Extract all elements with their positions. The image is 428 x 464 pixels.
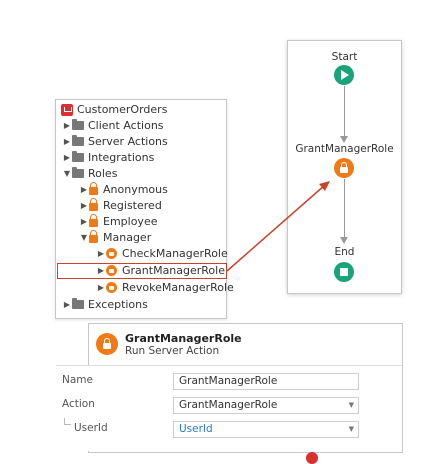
module-icon <box>61 104 73 116</box>
chevron-down-icon[interactable]: ▼ <box>79 230 89 246</box>
chevron-down-icon[interactable]: ▼ <box>62 166 72 182</box>
folder-icon <box>72 298 84 309</box>
tree-item-label: Client Actions <box>88 119 164 132</box>
flow-connector-line <box>344 86 345 136</box>
chevron-right-icon[interactable]: ▶ <box>62 297 72 313</box>
role-action-icon <box>106 265 117 276</box>
server-action-node-icon[interactable] <box>334 158 354 178</box>
tree-item-label: Integrations <box>88 151 155 164</box>
start-node-icon[interactable] <box>334 65 354 85</box>
tree-item-label: Employee <box>103 215 158 228</box>
properties-header: GrantManagerRole Run Server Action <box>89 324 402 364</box>
chevron-right-icon[interactable]: ▶ <box>62 134 72 150</box>
action-label: Action <box>62 398 95 410</box>
chevron-right-icon[interactable]: ▶ <box>79 198 89 214</box>
userid-label: UserId <box>74 422 108 434</box>
lock-icon <box>89 214 98 227</box>
tree-item-anonymous[interactable]: ▶ Anonymous <box>79 182 168 198</box>
tree-connector <box>64 418 71 425</box>
chevron-right-icon[interactable]: ▶ <box>62 118 72 134</box>
tree-item-grant-manager-role[interactable]: ▶ GrantManagerRole <box>96 263 225 279</box>
action-node-label: GrantManagerRole <box>295 143 394 155</box>
dropdown-caret-icon[interactable]: ▼ <box>349 398 354 413</box>
tree-item-check-manager-role[interactable]: ▶ CheckManagerRole <box>96 246 228 262</box>
flow-connector-line <box>344 179 345 237</box>
end-label: End <box>334 246 355 258</box>
chevron-right-icon[interactable]: ▶ <box>96 263 106 279</box>
tree-item-label: Roles <box>88 167 118 180</box>
tree-item-server-actions[interactable]: ▶ Server Actions <box>62 134 168 150</box>
action-select-value: GrantManagerRole <box>179 399 278 411</box>
tree-root[interactable]: CustomerOrders <box>61 102 167 118</box>
role-action-icon <box>106 248 117 259</box>
partial-icon <box>306 452 318 464</box>
lock-icon <box>89 230 98 243</box>
flow-arrow-head <box>340 136 348 143</box>
properties-subtitle: Run Server Action <box>125 345 220 357</box>
chevron-right-icon[interactable]: ▶ <box>96 246 106 262</box>
name-label: Name <box>62 374 93 386</box>
tree-item-label: RevokeManagerRole <box>122 281 234 294</box>
role-action-icon <box>106 282 117 293</box>
tree-item-employee[interactable]: ▶ Employee <box>79 214 157 230</box>
tree-item-exceptions[interactable]: ▶ Exceptions <box>62 297 148 313</box>
tree-item-label: Registered <box>103 199 162 212</box>
chevron-right-icon[interactable]: ▶ <box>96 280 106 296</box>
tree-item-revoke-manager-role[interactable]: ▶ RevokeManagerRole <box>96 280 234 296</box>
start-label: Start <box>331 51 358 63</box>
properties-title: GrantManagerRole <box>125 332 242 345</box>
action-select[interactable]: GrantManagerRole ▼ <box>173 397 359 414</box>
tree-item-registered[interactable]: ▶ Registered <box>79 198 162 214</box>
folder-open-icon <box>72 167 84 178</box>
tree-item-label: Manager <box>103 231 152 244</box>
tree-root-label: CustomerOrders <box>77 103 168 116</box>
end-node-icon[interactable] <box>334 262 354 282</box>
chevron-right-icon[interactable]: ▶ <box>79 214 89 230</box>
server-action-icon <box>96 333 118 355</box>
lock-icon <box>89 182 98 195</box>
userid-select[interactable]: UserId ▼ <box>173 421 359 438</box>
userid-select-value: UserId <box>179 423 213 435</box>
action-flow-canvas: Start GrantManagerRole End <box>287 40 402 294</box>
folder-icon <box>72 119 84 130</box>
folder-icon <box>72 151 84 162</box>
chevron-right-icon[interactable]: ▶ <box>79 182 89 198</box>
folder-icon <box>72 135 84 146</box>
tree-item-integrations[interactable]: ▶ Integrations <box>62 150 154 166</box>
tree-item-label: Anonymous <box>103 183 168 196</box>
tree-item-label: Exceptions <box>88 298 148 311</box>
tree-item-manager[interactable]: ▼ Manager <box>79 230 151 246</box>
properties-panel: GrantManagerRole Run Server Action Name … <box>56 323 403 453</box>
tree-item-roles[interactable]: ▼ Roles <box>62 166 117 182</box>
tree-item-label: GrantManagerRole <box>122 264 225 277</box>
flow-arrow-head <box>340 237 348 244</box>
dropdown-caret-icon[interactable]: ▼ <box>349 422 354 437</box>
properties-grid: Name GrantManagerRole Action GrantManage… <box>56 365 402 451</box>
tree-item-label: CheckManagerRole <box>122 247 228 260</box>
chevron-right-icon[interactable]: ▶ <box>62 150 72 166</box>
tree-item-client-actions[interactable]: ▶ Client Actions <box>62 118 164 134</box>
lock-icon <box>89 198 98 211</box>
tree-item-label: Server Actions <box>88 135 168 148</box>
name-field[interactable]: GrantManagerRole <box>173 373 359 390</box>
